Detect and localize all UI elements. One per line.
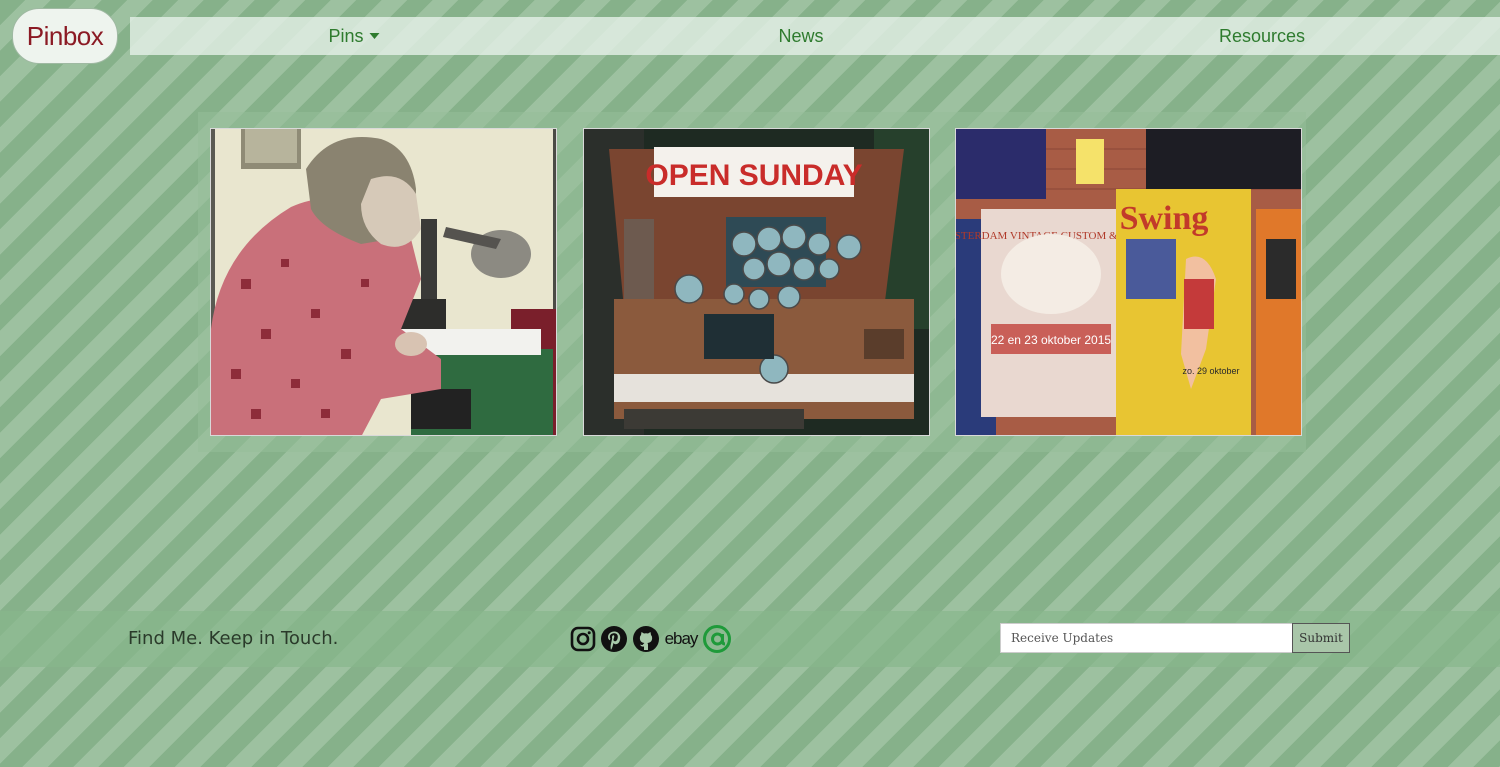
logo-text: Pinbox [26, 20, 104, 51]
nav-pins-label: Pins [328, 26, 364, 46]
nav-pins-dropdown[interactable]: Pins [328, 17, 380, 55]
posters-wall-photo[interactable]: THE AMSTERDAM VINTAGE CUSTOM & DRUM SHOW… [955, 128, 1302, 436]
ebay-icon-text: ebay [664, 629, 699, 648]
pinbox-logo[interactable]: Pinbox [12, 8, 118, 64]
receive-updates-input[interactable] [1000, 623, 1293, 653]
open-sunday-sign-text: OPEN SUNDAY [645, 159, 862, 192]
poster-date-text: 22 en 23 oktober 2015 [991, 333, 1111, 347]
main-navbar: Pins News Resources [130, 17, 1500, 55]
pinterest-icon[interactable] [598, 624, 630, 654]
photo-gallery: OPEN SUNDAY THE AMSTERDAM VIN [198, 112, 1306, 452]
github-icon[interactable] [630, 624, 662, 654]
footer-tagline: Find Me. Keep in Touch. [128, 628, 339, 649]
poster-zo-text: zo. 29 oktober [1182, 366, 1239, 376]
poster-swing-text: Swing [1120, 200, 1209, 237]
submit-button[interactable]: Submit [1292, 623, 1350, 653]
open-sunday-suitcase-photo[interactable]: OPEN SUNDAY [583, 128, 930, 436]
caret-down-icon [369, 33, 380, 39]
woman-microscope-photo[interactable] [210, 128, 557, 436]
instagram-icon[interactable] [568, 624, 598, 654]
nav-resources[interactable]: Resources [1219, 17, 1305, 55]
nav-news-label: News [778, 26, 824, 46]
email-at-icon[interactable] [702, 624, 732, 654]
nav-resources-label: Resources [1218, 26, 1306, 46]
nav-news[interactable]: News [778, 17, 823, 55]
ebay-icon[interactable]: ebay [662, 624, 700, 654]
